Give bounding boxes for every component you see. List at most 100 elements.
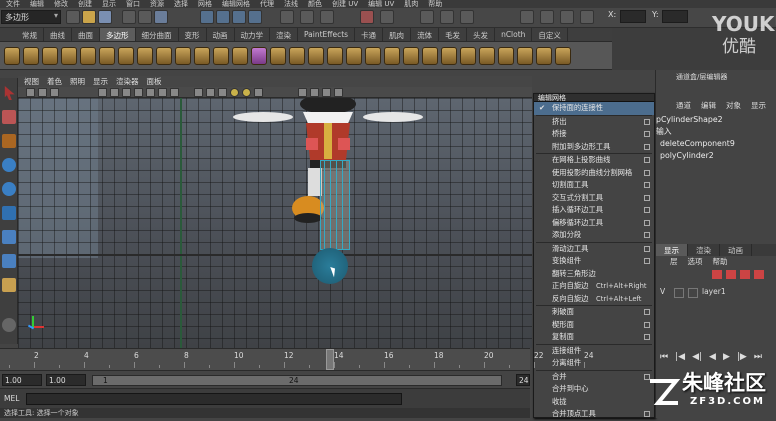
shadows-icon[interactable] bbox=[254, 88, 263, 97]
edit-mesh-item[interactable]: 连接组件 bbox=[534, 345, 654, 358]
edit-mesh-item[interactable]: 复制面 bbox=[534, 331, 654, 344]
new-layer-icon[interactable] bbox=[712, 270, 722, 279]
shelf-tab[interactable]: 动画 bbox=[207, 28, 235, 41]
step-back-key-icon[interactable]: |◀ bbox=[675, 352, 685, 366]
edit-mesh-item[interactable]: 切割面工具 bbox=[534, 179, 654, 192]
film-gate-icon[interactable] bbox=[110, 88, 119, 97]
channel-menu-item[interactable]: 显示 bbox=[751, 100, 766, 112]
channel-menu-item[interactable]: 通道 bbox=[676, 100, 691, 112]
shelf-tool-icon[interactable] bbox=[346, 47, 362, 65]
edit-mesh-item[interactable]: 添加分段 bbox=[534, 229, 654, 242]
manipulator-tool-icon[interactable] bbox=[2, 230, 16, 244]
option-box-icon[interactable] bbox=[644, 309, 650, 315]
edit-mesh-item[interactable]: 合并顶点工具 bbox=[534, 408, 654, 421]
edit-mesh-item[interactable]: 插入循环边工具 bbox=[534, 204, 654, 217]
safe-title-icon[interactable] bbox=[170, 88, 179, 97]
option-box-icon[interactable] bbox=[644, 194, 650, 201]
ipr-render-icon[interactable] bbox=[320, 10, 334, 24]
option-box-icon[interactable] bbox=[644, 321, 650, 328]
tool-settings-icon[interactable] bbox=[560, 10, 574, 24]
x-field[interactable] bbox=[620, 10, 646, 23]
shelf-tab[interactable]: 流体 bbox=[411, 28, 440, 41]
shelf-tool-icon[interactable] bbox=[479, 47, 495, 65]
edit-mesh-item[interactable]: 楔形面 bbox=[534, 319, 654, 332]
option-box-icon[interactable] bbox=[644, 411, 650, 417]
shelf-tab[interactable]: 渲染 bbox=[270, 28, 298, 41]
default-light-icon[interactable] bbox=[230, 88, 239, 97]
edit-mesh-item[interactable]: 反向自旋边 Ctrl+Alt+Left bbox=[534, 293, 654, 306]
shelf-tab[interactable]: PaintEffects bbox=[298, 28, 356, 41]
layer-tab[interactable]: 显示 bbox=[656, 244, 688, 256]
edit-mesh-item[interactable]: 保持面的连接性 ✔ bbox=[534, 102, 654, 115]
shelf-tool-icon[interactable] bbox=[118, 47, 134, 65]
menu-item[interactable]: 代理 bbox=[260, 0, 274, 8]
start-time-field[interactable]: 1.00 bbox=[2, 374, 42, 386]
shelf-tab[interactable]: 多边形 bbox=[100, 28, 136, 41]
viewport-menu-item[interactable]: 照明 bbox=[70, 76, 85, 87]
channel-box-icon[interactable] bbox=[580, 10, 594, 24]
menu-item[interactable]: 显示 bbox=[102, 0, 116, 8]
channel-list-item[interactable]: polyCylinder2 bbox=[656, 150, 776, 162]
shelf-tool-icon[interactable] bbox=[42, 47, 58, 65]
play-forwards-icon[interactable]: ▶ bbox=[723, 352, 730, 366]
shelf-tool-icon[interactable] bbox=[308, 47, 324, 65]
shelf-tool-icon[interactable] bbox=[80, 47, 96, 65]
smooth-shade-icon[interactable] bbox=[206, 88, 215, 97]
time-slider[interactable]: 2 4 6 8 10 12 14 16 18 20 22 24 bbox=[0, 348, 594, 370]
layer-menu-item[interactable]: 帮助 bbox=[713, 256, 728, 268]
shelf-tab[interactable]: 曲线 bbox=[44, 28, 72, 41]
shelf-tool-icon[interactable] bbox=[194, 47, 210, 65]
edit-mesh-item[interactable]: 附加到多边形工具 bbox=[534, 141, 654, 154]
shelf-tool-icon[interactable] bbox=[555, 47, 571, 65]
step-forward-icon[interactable]: |▶ bbox=[737, 352, 747, 366]
shelf-tool-icon[interactable] bbox=[365, 47, 381, 65]
shelf-tool-icon[interactable] bbox=[4, 47, 20, 65]
soft-mod-icon[interactable] bbox=[2, 254, 16, 268]
all-lights-icon[interactable] bbox=[242, 88, 251, 97]
layer-name[interactable]: layer1 bbox=[702, 287, 726, 296]
option-box-icon[interactable] bbox=[644, 258, 650, 264]
layer-tab[interactable]: 渲染 bbox=[688, 244, 720, 256]
edit-mesh-item[interactable]: 合并 bbox=[534, 371, 654, 384]
shelf-tab[interactable]: 动力学 bbox=[235, 28, 270, 41]
shelf-tool-icon[interactable] bbox=[270, 47, 286, 65]
menu-item[interactable]: 资源 bbox=[150, 0, 164, 8]
option-box-icon[interactable] bbox=[644, 245, 650, 252]
range-slider-bar[interactable]: 1 24 bbox=[92, 375, 502, 386]
wireframe-on-shaded-icon[interactable] bbox=[218, 88, 227, 97]
snap-plane-icon[interactable] bbox=[248, 10, 262, 24]
option-box-icon[interactable] bbox=[644, 169, 650, 176]
shelf-tool-icon[interactable] bbox=[99, 47, 115, 65]
edit-mesh-item[interactable]: 刺破面 bbox=[534, 306, 654, 319]
current-time-marker[interactable] bbox=[326, 349, 334, 370]
layer-attr-icon[interactable] bbox=[754, 270, 764, 279]
option-box-icon[interactable] bbox=[644, 219, 650, 226]
layer-row[interactable]: V layer1 bbox=[656, 287, 776, 299]
snap-curve-icon[interactable] bbox=[216, 10, 230, 24]
mel-input[interactable] bbox=[26, 393, 402, 405]
viewport-menu-item[interactable]: 面板 bbox=[147, 76, 162, 87]
camera-icon[interactable] bbox=[26, 88, 35, 97]
menu-item[interactable]: 创建 bbox=[78, 0, 92, 8]
layer-template-toggle[interactable] bbox=[674, 288, 684, 298]
shelf-tool-icon[interactable] bbox=[137, 47, 153, 65]
shelf-tab[interactable]: 毛发 bbox=[439, 28, 468, 41]
menu-item[interactable]: 肌肉 bbox=[404, 0, 418, 8]
shelf-tool-icon[interactable] bbox=[289, 47, 305, 65]
bookmark-icon[interactable] bbox=[50, 88, 59, 97]
select-hierarchy-icon[interactable] bbox=[122, 10, 136, 24]
shelf-tab[interactable]: 自定义 bbox=[532, 28, 568, 41]
edit-mesh-item[interactable]: 滑动边工具 bbox=[534, 243, 654, 256]
menu-item[interactable]: 法线 bbox=[284, 0, 298, 8]
menu-item[interactable]: 选择 bbox=[174, 0, 188, 8]
menu-set-dropdown[interactable]: 多边形 bbox=[1, 10, 61, 24]
xray-icon[interactable] bbox=[310, 88, 319, 97]
shelf-tool-icon[interactable] bbox=[23, 47, 39, 65]
shelf-tab[interactable]: 肌肉 bbox=[383, 28, 412, 41]
menu-item[interactable]: 文件 bbox=[6, 0, 20, 8]
shelf-tool-icon[interactable] bbox=[441, 47, 457, 65]
edit-mesh-item[interactable]: 正向自旋边 Ctrl+Alt+Right bbox=[534, 280, 654, 293]
menu-item[interactable]: 网格 bbox=[198, 0, 212, 8]
shelf-tool-icon[interactable] bbox=[422, 47, 438, 65]
magnet-icon[interactable] bbox=[360, 10, 374, 24]
